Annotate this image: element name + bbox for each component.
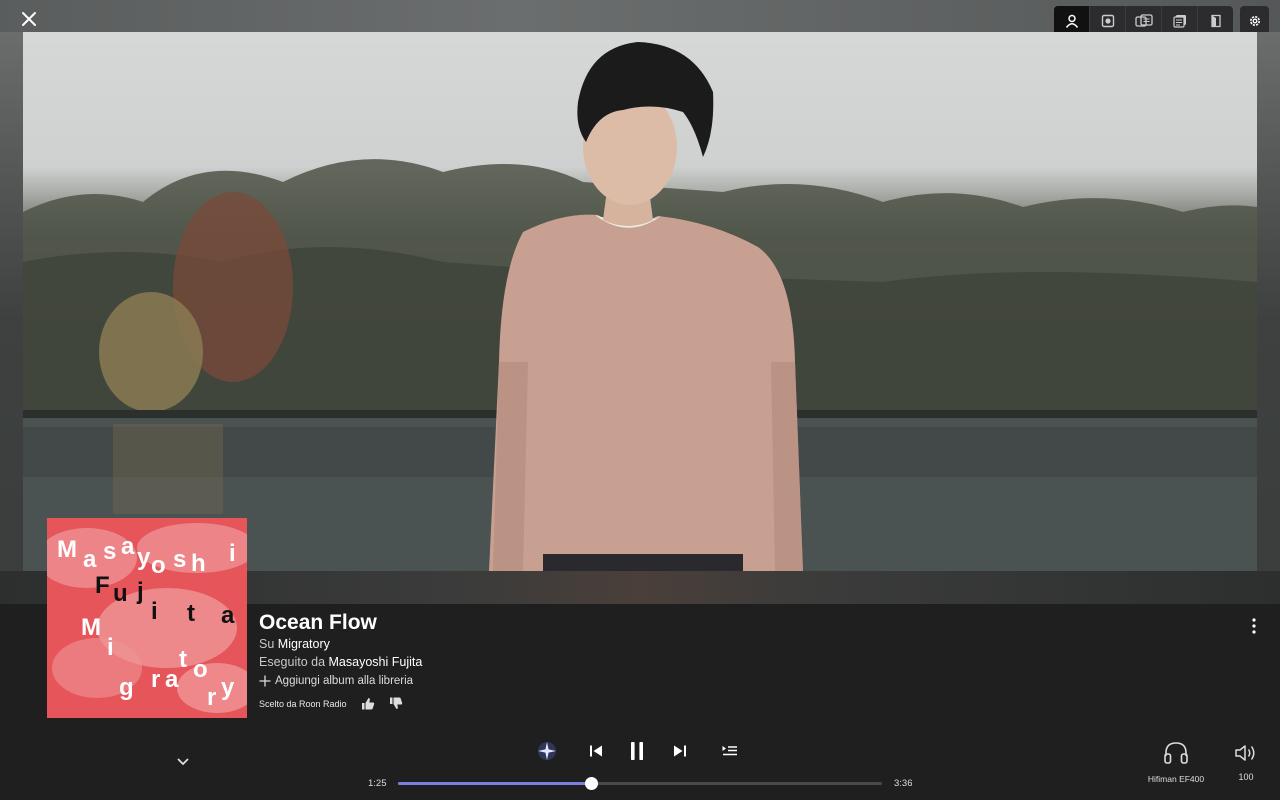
cover-letter: a xyxy=(121,533,135,560)
view-credits-button[interactable] xyxy=(1125,6,1161,35)
cover-letter: a xyxy=(83,546,97,573)
zone-name: Hifiman EF400 xyxy=(1147,774,1205,784)
queue-button[interactable] xyxy=(720,740,740,762)
track-title[interactable]: Ocean Flow xyxy=(259,611,377,635)
volume-control[interactable]: 100 xyxy=(1230,743,1262,782)
add-to-library-label: Aggiungi album alla libreria xyxy=(275,675,414,687)
skip-back-icon xyxy=(590,745,602,757)
gear-icon xyxy=(1249,15,1260,26)
disc-icon xyxy=(1101,14,1114,27)
artist-prefix: Eseguito da xyxy=(259,655,326,669)
radio-spark-icon xyxy=(538,742,556,760)
cover-letter: F xyxy=(95,572,110,599)
cover-letter: y xyxy=(221,674,235,701)
more-vertical-icon xyxy=(1252,618,1256,634)
cover-letter: t xyxy=(179,646,187,673)
headphones-icon xyxy=(1164,742,1188,764)
cover-letter: s xyxy=(103,538,117,565)
speaker-icon xyxy=(1235,745,1255,761)
seek-bar[interactable] xyxy=(398,777,882,790)
view-artist-button[interactable] xyxy=(1054,6,1089,35)
seek-handle[interactable] xyxy=(584,777,598,790)
backdrop-left xyxy=(0,32,23,604)
person-icon xyxy=(1065,14,1078,28)
cover-letter: u xyxy=(113,580,128,607)
next-track-button[interactable] xyxy=(671,740,689,762)
cover-letter: a xyxy=(165,666,179,693)
pause-icon xyxy=(631,742,643,760)
cover-letter: r xyxy=(207,684,217,711)
cover-letter: M xyxy=(81,614,101,641)
elapsed-time: 1:25 xyxy=(368,778,387,789)
skip-forward-icon xyxy=(674,745,686,757)
pause-button[interactable] xyxy=(626,740,648,762)
total-time: 3:36 xyxy=(894,778,913,789)
cover-letter: o xyxy=(151,552,166,579)
cover-letter: t xyxy=(187,600,195,627)
album-cover[interactable]: M a s a y o s h i F u j i t a M i g r a … xyxy=(47,518,247,718)
cover-letter: y xyxy=(137,544,151,571)
view-lyrics-button[interactable] xyxy=(1161,6,1197,35)
artist-line: Eseguito da Masayoshi Fujita xyxy=(259,655,422,669)
cover-letter: r xyxy=(151,666,161,693)
cards-icon xyxy=(1134,13,1153,27)
cover-letter: i xyxy=(107,634,114,661)
view-switcher xyxy=(1054,6,1233,35)
close-icon xyxy=(22,12,36,26)
cover-letter: i xyxy=(229,540,236,567)
artist-link[interactable]: Masayoshi Fujita xyxy=(329,655,423,669)
previous-track-button[interactable] xyxy=(587,740,605,762)
cover-letter: h xyxy=(191,550,206,577)
album-prefix: Su xyxy=(259,637,275,651)
close-button[interactable] xyxy=(14,4,44,34)
roon-radio-button[interactable] xyxy=(536,740,558,762)
seek-progress xyxy=(398,782,591,785)
settings-button[interactable] xyxy=(1240,6,1269,35)
cover-letter: i xyxy=(151,598,158,625)
radio-feedback: Scelto da Roon Radio xyxy=(259,697,403,710)
album-line: Su Migratory xyxy=(259,637,330,651)
cover-letter: s xyxy=(173,546,187,573)
zone-selector[interactable]: Hifiman EF400 xyxy=(1147,741,1205,784)
cover-letter: a xyxy=(221,602,235,629)
view-album-button[interactable] xyxy=(1089,6,1125,35)
artist-photo xyxy=(23,32,1257,571)
queue-icon xyxy=(722,746,737,756)
collapse-button[interactable] xyxy=(174,754,192,770)
view-info-button[interactable] xyxy=(1197,6,1233,35)
thumbs-down-icon[interactable] xyxy=(389,697,403,710)
book-icon xyxy=(1210,14,1221,27)
cover-letter: g xyxy=(119,674,134,701)
volume-level: 100 xyxy=(1238,772,1254,782)
thumbs-up-icon[interactable] xyxy=(361,697,375,710)
cover-letter: o xyxy=(193,656,208,683)
more-options-button[interactable] xyxy=(1245,616,1263,636)
plus-icon xyxy=(259,675,271,687)
album-link[interactable]: Migratory xyxy=(278,637,330,651)
chevron-down-icon xyxy=(177,758,189,766)
backdrop-right xyxy=(1257,32,1280,604)
radio-source-label: Scelto da Roon Radio xyxy=(259,698,347,709)
add-to-library-button[interactable]: Aggiungi album alla libreria xyxy=(259,675,413,687)
cover-letter: M xyxy=(57,536,77,563)
cover-letter: j xyxy=(137,578,144,605)
stack-icon xyxy=(1172,14,1186,28)
